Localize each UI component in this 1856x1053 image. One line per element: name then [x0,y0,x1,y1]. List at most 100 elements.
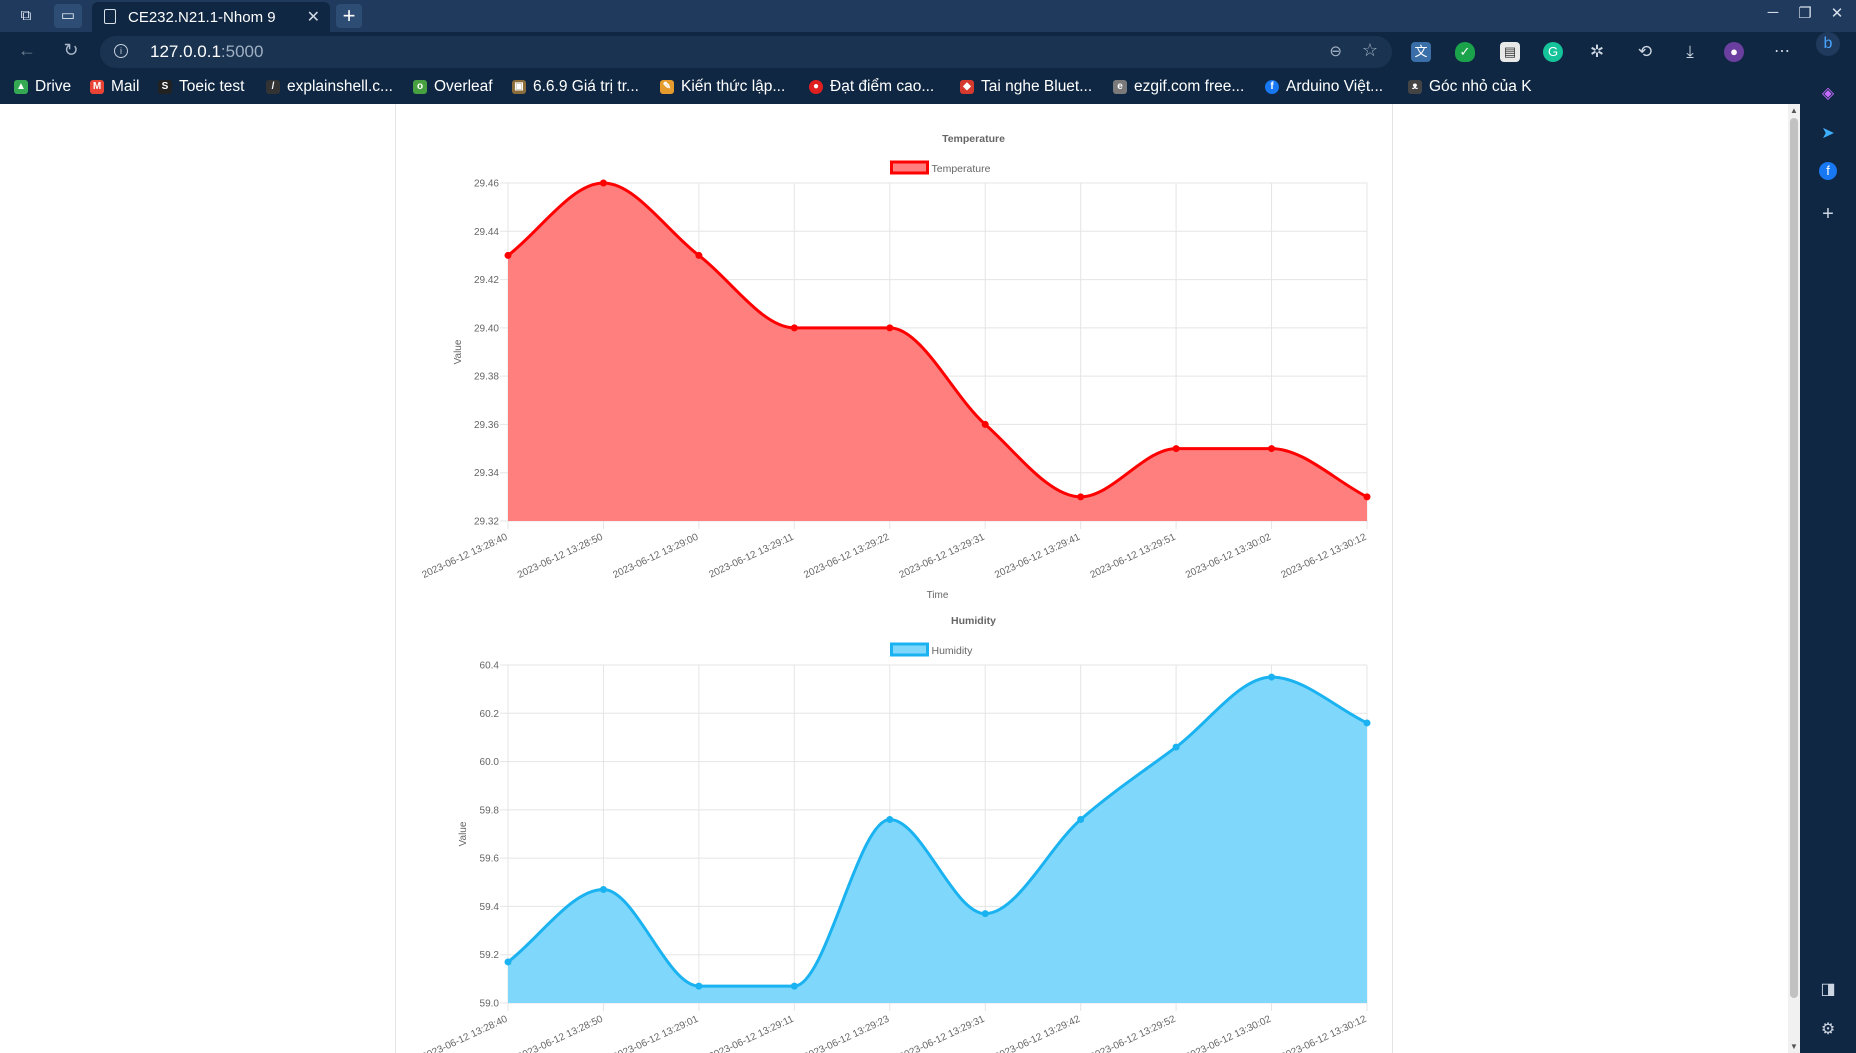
bookmark-explainshell[interactable]: / explainshell.c... [266,78,393,96]
telegram-icon[interactable]: ➤ [1816,122,1840,146]
x-tick-label: 2023-06-12 13:30:02 [1184,532,1273,581]
gmail-icon: M [90,80,104,94]
restore-icon[interactable]: ❐ [1790,4,1820,22]
x-tick-label: 2023-06-12 13:29:01 [611,1014,700,1053]
data-point [504,251,512,259]
translate-extension-icon[interactable]: 文 [1411,42,1431,62]
x-tick-label: 2023-06-12 13:28:40 [420,532,509,581]
x-tick-label: 2023-06-12 13:29:11 [707,532,796,581]
bookmark-tai-nghe[interactable]: ◆ Tai nghe Bluet... [960,78,1092,96]
workspaces-icon[interactable]: ⧉ [12,4,40,28]
page-content: Temperature Temperature 29.46 29.44 29.42 29.… [0,104,1788,1053]
legend-label: Humidity [932,645,974,657]
address-bar[interactable]: i 127.0.0.1:5000 ⊖ ☆ [100,36,1392,68]
grammarly-icon[interactable]: G [1543,42,1563,62]
y-tick-label: 29.34 [474,468,499,479]
new-tab-button[interactable]: + [336,4,362,28]
active-tab[interactable]: CE232.N21.1-Nhom 9 ✕ [92,2,330,32]
bookmark-drive[interactable]: ▲ Drive [14,78,71,96]
tab-actions-icon[interactable]: ▭ [54,4,82,28]
bookmark-gia-tri[interactable]: ▣ 6.6.9 Giá trị tr... [512,78,639,96]
hide-sidebar-icon[interactable]: ◨ [1816,978,1840,1002]
page-scrollbar[interactable]: ▲ ▼ [1788,104,1800,1053]
add-sidebar-icon[interactable]: + [1816,202,1840,226]
zoom-icon[interactable]: ⊖ [1329,42,1342,60]
x-tick-label: 2023-06-12 13:29:52 [1089,1014,1178,1053]
site-info-icon[interactable]: i [114,44,128,58]
favorite-star-icon[interactable]: ☆ [1362,40,1378,61]
back-icon[interactable]: ← [14,40,40,61]
url-text[interactable]: 127.0.0.1:5000 [150,42,263,62]
data-point [599,886,607,894]
data-point [981,420,989,428]
minimize-icon[interactable]: ─ [1758,4,1788,21]
x-tick-label: 2023-06-12 13:29:31 [898,532,987,581]
bookmark-overleaf[interactable]: o Overleaf [413,78,493,96]
ezgif-icon: e [1113,80,1127,94]
page-icon [104,9,116,24]
shield-extension-icon[interactable]: ✓ [1455,42,1475,62]
cat-icon: ᴥ [1408,80,1422,94]
history-icon[interactable]: ⟲ [1635,42,1655,62]
temperature-chart: Temperature Temperature 29.46 29.44 29.42 29.… [420,133,1371,601]
facebook-icon: f [1265,80,1279,94]
document-extension-icon[interactable]: ▤ [1500,42,1520,62]
close-tab-icon[interactable]: ✕ [307,7,320,27]
x-tick-label: 2023-06-12 13:29:22 [802,532,891,581]
y-tick-label: 59.2 [480,950,500,961]
data-point [695,251,703,259]
x-tick-label: 2023-06-12 13:29:00 [611,532,700,581]
settings-icon[interactable]: ⚙ [1816,1018,1840,1042]
x-tick-label: 2023-06-12 13:29:51 [1089,532,1178,581]
bookmark-dat-diem[interactable]: ● Đạt điểm cao... [809,78,934,96]
x-tick-label: 2023-06-12 13:29:31 [898,1014,987,1053]
y-axis-label: Value [453,339,464,364]
humidity-chart: Humidity Humidity 60.4 60.2 60.0 59.8 59.6 59.4… [420,615,1371,1053]
close-window-icon[interactable]: ✕ [1822,4,1852,22]
bookmark-ezgif[interactable]: e ezgif.com free... [1113,78,1244,96]
data-point [1172,445,1180,453]
x-tick-label: 2023-06-12 13:28:50 [516,1014,605,1053]
download-icon[interactable]: ⤓ [1680,42,1700,62]
chart-title: Humidity [951,615,996,627]
bookmark-kien-thuc[interactable]: ✎ Kiến thức lập... [660,78,785,96]
data-point [790,324,798,332]
scrollbar-thumb[interactable] [1790,118,1798,998]
profile-avatar[interactable]: ● [1724,42,1744,62]
data-point [1268,673,1276,681]
data-point [981,910,989,918]
y-tick-label: 29.46 [474,179,499,190]
data-point [790,982,798,990]
bookmark-mail[interactable]: M Mail [90,78,139,96]
x-axis-label: Time [927,590,949,601]
legend-swatch [890,642,929,657]
y-tick-label: 60.4 [480,661,500,672]
scroll-down-icon[interactable]: ▼ [1788,1042,1800,1051]
scroll-up-icon[interactable]: ▲ [1788,106,1800,115]
bookmark-goc-nho[interactable]: ᴥ Góc nhỏ của K [1408,78,1532,96]
extensions-icon[interactable]: ✲ [1587,42,1607,62]
more-menu-icon[interactable]: ⋯ [1772,42,1792,62]
facebook-sidebar-icon[interactable]: f [1819,162,1837,180]
x-tick-label: 2023-06-12 13:30:12 [1279,1014,1368,1053]
data-point [886,324,894,332]
y-tick-label: 60.0 [480,757,500,768]
data-point [695,982,703,990]
bing-icon[interactable]: b [1816,32,1840,56]
bookmark-toeic[interactable]: S Toeic test [158,78,244,96]
legend-swatch [890,160,929,175]
series-area [508,183,1367,521]
data-point [1363,719,1371,727]
y-tick-label: 29.40 [474,323,499,334]
data-point [1268,445,1276,453]
data-point [1077,816,1085,824]
x-tick-label: 2023-06-12 13:30:12 [1279,532,1368,581]
chart-title: Temperature [942,133,1005,145]
copilot-icon[interactable]: ◈ [1816,82,1840,106]
site-icon: ▣ [512,80,526,94]
data-point [1363,493,1371,501]
toeic-icon: S [158,80,172,94]
y-tick-label: 59.6 [480,854,500,865]
refresh-icon[interactable]: ↻ [58,40,84,61]
bookmark-arduino[interactable]: f Arduino Việt... [1265,78,1383,96]
